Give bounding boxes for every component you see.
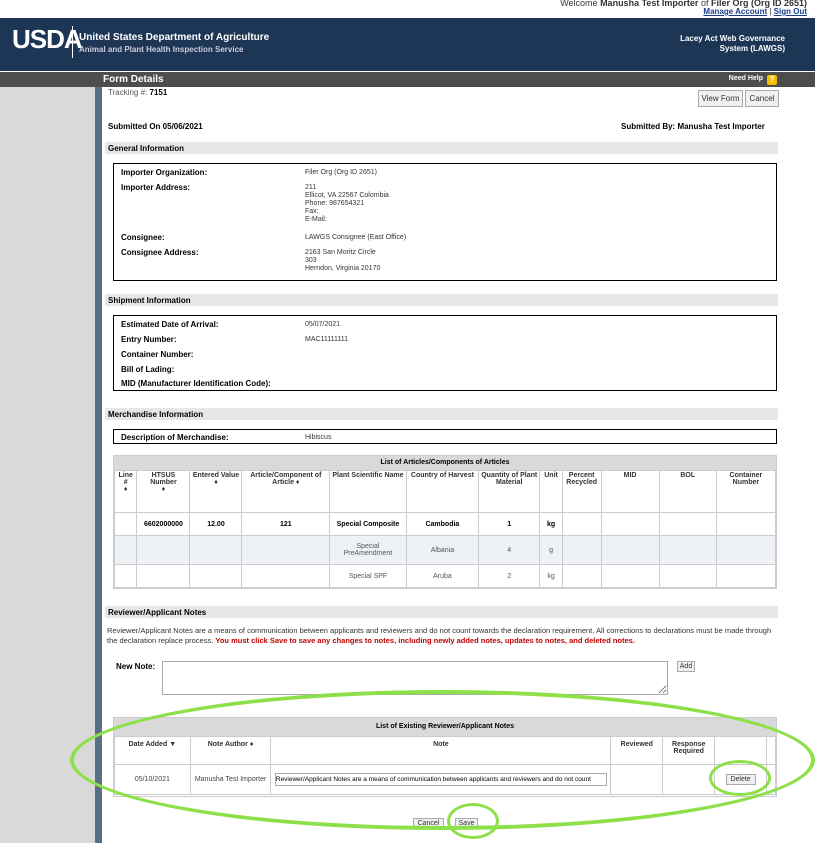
- site-header: USDA United States Department of Agricul…: [0, 18, 815, 71]
- left-sidebar-rule: [95, 87, 102, 843]
- general-info-header: General Information: [105, 142, 778, 154]
- notes-header: Reviewer/Applicant Notes: [105, 606, 778, 618]
- logo-divider: [72, 26, 73, 58]
- entry-number: MAC11111111: [305, 336, 349, 343]
- left-sidebar: [0, 87, 95, 843]
- table-row: 6602000000 12.00 121 Special Composite C…: [113, 512, 777, 536]
- manage-account-link[interactable]: Manage Account: [703, 7, 767, 16]
- merchandise-description: Hibiscus: [305, 434, 332, 441]
- highlight-save-ellipse: [447, 803, 499, 839]
- sort-icon: ♦: [161, 486, 166, 493]
- new-note-label: New Note:: [116, 662, 156, 671]
- welcome-bar: Welcome Manusha Test Importer of Filer O…: [0, 0, 815, 18]
- table-row: Special SPF Aruba 2 kg: [113, 564, 777, 588]
- submitted-on: Submitted On 05/06/2021: [108, 122, 203, 131]
- sort-icon: ♦: [123, 486, 128, 493]
- importer-address: 211 Ellicot, VA 22567 Colombia Phone: 98…: [305, 184, 389, 223]
- col-mid[interactable]: MID: [600, 470, 660, 513]
- col-bol[interactable]: BOL: [658, 470, 717, 513]
- notes-warning: You must click Save to save any changes …: [215, 636, 635, 645]
- col-country[interactable]: Country of Harvest: [405, 470, 480, 513]
- system-name: Lacey Act Web Governance System (LAWGS): [680, 34, 785, 53]
- sort-icon: ♦: [295, 479, 300, 486]
- tracking-number: Tracking #: 7151: [108, 88, 168, 97]
- highlight-notes-ellipse: [70, 690, 815, 830]
- add-note-button[interactable]: Add: [677, 661, 695, 672]
- col-line[interactable]: Line # ♦: [113, 470, 138, 513]
- form-title-bar: Form Details Need Help ?: [0, 72, 815, 87]
- merchandise-box: Description of Merchandise: Hibiscus: [113, 429, 777, 444]
- account-links: Manage Account | Sign Out: [703, 7, 807, 16]
- col-container[interactable]: Container Number: [715, 470, 777, 513]
- shipment-info-box: Estimated Date of Arrival: 05/07/2021 En…: [113, 315, 777, 391]
- importer-org: Filer Org (Org ID 2651): [305, 169, 377, 176]
- consignee: LAWGS Consignee (East Office): [305, 234, 407, 241]
- need-help-link[interactable]: Need Help: [729, 75, 763, 82]
- cancel-top-button[interactable]: Cancel: [745, 90, 779, 107]
- sort-icon: ♦: [214, 479, 218, 486]
- agency-name: United States Department of Agriculture: [79, 32, 270, 43]
- sign-out-link[interactable]: Sign Out: [774, 7, 807, 16]
- articles-panel: List of Articles/Components of Articles …: [113, 455, 777, 589]
- col-quantity[interactable]: Quantity of Plant Material: [478, 470, 541, 513]
- eta-value: 05/07/2021: [305, 321, 341, 328]
- col-article[interactable]: Article/Component of Article ♦: [241, 470, 331, 513]
- col-unit[interactable]: Unit: [539, 470, 563, 513]
- table-row: Special PreAmendment Albania 4 g: [113, 535, 777, 565]
- col-htsus[interactable]: HTSUS Number ♦: [136, 470, 191, 513]
- shipment-info-header: Shipment Information: [105, 294, 778, 306]
- col-entered-value[interactable]: Entered Value ♦: [189, 470, 243, 513]
- articles-title: List of Articles/Components of Articles: [114, 456, 776, 470]
- question-icon[interactable]: ?: [767, 75, 777, 85]
- form-title: Form Details: [103, 74, 164, 85]
- col-recycled[interactable]: Percent Recycled: [561, 470, 602, 513]
- articles-table: Line # ♦ HTSUS Number ♦ Entered Value ♦ Ar…: [113, 470, 777, 588]
- highlight-delete-ellipse: [709, 760, 771, 796]
- sub-agency-name: Animal and Plant Health Inspection Servi…: [79, 45, 244, 54]
- merchandise-info-header: Merchandise Information: [105, 408, 778, 420]
- col-plant-name[interactable]: Plant Scientific Name: [329, 470, 407, 513]
- consignee-address: 2163 San Moritz Circle 303 Herndon, Virg…: [305, 249, 381, 272]
- submitted-by: Submitted By: Manusha Test Importer: [621, 122, 765, 131]
- general-info-box: Importer Organization: Filer Org (Org ID…: [113, 163, 777, 281]
- view-form-button[interactable]: View Form: [698, 90, 743, 107]
- notes-description: Reviewer/Applicant Notes are a means of …: [107, 626, 772, 645]
